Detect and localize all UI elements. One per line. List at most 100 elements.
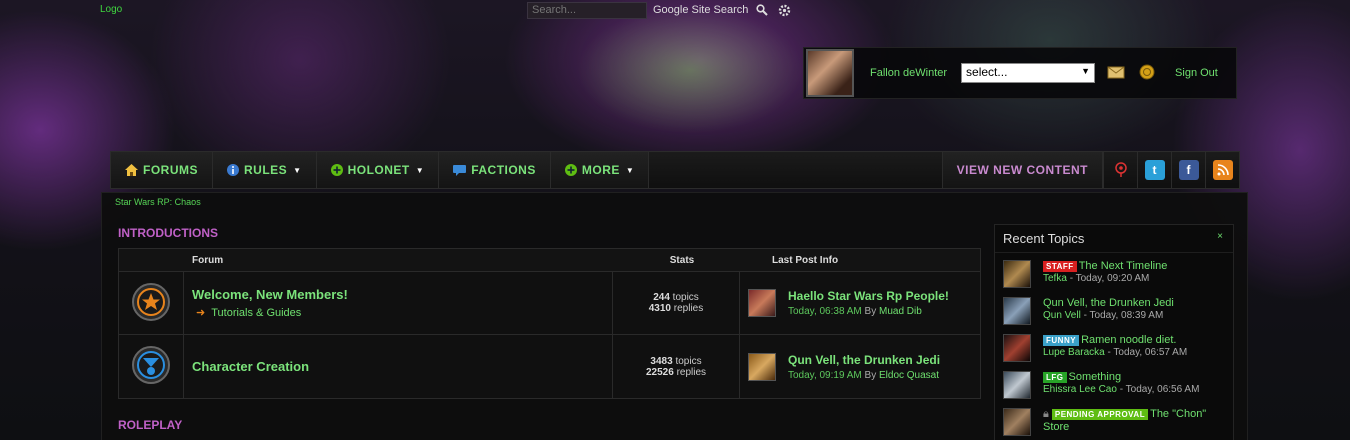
chevron-down-icon: ▼ — [293, 165, 302, 175]
nav-holonet-label: HOLONET — [347, 163, 410, 177]
topic-title[interactable]: STAFF The Next Timeline — [1043, 260, 1167, 272]
status-badge: PENDING APPROVAL — [1051, 409, 1149, 420]
search-scope-label[interactable]: Google Site Search — [653, 4, 748, 16]
username-link[interactable]: Fallon deWinter — [870, 67, 947, 79]
plus-icon — [564, 164, 577, 176]
last-post: Haello Star Wars Rp People! Today, 06:38… — [740, 289, 949, 317]
rss-icon[interactable] — [1205, 152, 1239, 188]
forum-title[interactable]: Welcome, New Members! — [192, 287, 612, 302]
category-title[interactable]: ROLEPLAY — [118, 418, 182, 432]
select-value: select... — [966, 65, 1008, 79]
subforum-label: Tutorials & Guides — [211, 307, 302, 319]
subforum-link[interactable]: ➜ Tutorials & Guides — [192, 306, 612, 319]
avatar[interactable] — [1003, 297, 1031, 325]
recent-topics-title: Recent Topics — [1003, 231, 1085, 246]
search-input[interactable] — [527, 1, 647, 19]
close-icon[interactable]: × — [1217, 231, 1223, 242]
topic-time: - Today, 09:20 AM — [1069, 273, 1150, 284]
column-forum: Forum — [192, 254, 224, 266]
avatar[interactable] — [748, 289, 776, 317]
info-icon — [227, 164, 239, 176]
nav-more[interactable]: MORE ▼ — [550, 152, 650, 188]
view-new-content-label: VIEW NEW CONTENT — [956, 163, 1088, 177]
forum-table: Forum Stats Last Post Info Welcome, New … — [118, 248, 981, 399]
topics-label: topics — [675, 355, 702, 367]
avatar[interactable] — [748, 352, 776, 381]
column-stats: Stats — [669, 254, 695, 266]
topic-title-text-line2: Store — [1043, 421, 1070, 433]
home-icon — [125, 164, 138, 176]
table-row: Character Creation 3483 topics 22526 rep… — [119, 335, 980, 398]
main-nav: FORUMS RULES ▼ HOLONET ▼ FACTIONS MORE ▼… — [110, 151, 1240, 189]
orange-emblem-icon — [131, 282, 171, 325]
twitter-icon[interactable]: t — [1137, 152, 1171, 188]
coin-icon[interactable] — [1139, 64, 1155, 83]
map-pin-icon[interactable] — [1103, 152, 1137, 188]
chat-icon — [453, 164, 467, 176]
nav-more-label: MORE — [581, 163, 620, 177]
nav-factions[interactable]: FACTIONS — [439, 152, 551, 188]
nav-forums[interactable]: FORUMS — [111, 152, 213, 188]
topic-user[interactable]: Lupe Baracka — [1043, 347, 1105, 358]
avatar[interactable] — [1003, 334, 1031, 362]
plus-icon — [330, 164, 343, 176]
topic-user[interactable]: Ehissra Lee Cao — [1043, 384, 1117, 395]
topic-title[interactable]: 🔒︎ PENDING APPROVAL The "Chon" Store — [1043, 408, 1206, 433]
logo[interactable]: Logo — [100, 4, 122, 15]
replies-count: 4310 — [648, 303, 671, 314]
avatar[interactable] — [1003, 260, 1031, 288]
view-new-content-button[interactable]: VIEW NEW CONTENT — [941, 152, 1103, 188]
topic-title-text: Something — [1068, 371, 1122, 383]
topics-count: 244 — [653, 292, 670, 303]
topic-user[interactable]: Tefka — [1043, 273, 1067, 284]
last-post-time[interactable]: Today, 09:19 AM — [788, 370, 862, 381]
avatar[interactable] — [1003, 408, 1031, 436]
last-post: Qun Vell, the Drunken Jedi Today, 09:19 … — [740, 352, 940, 381]
user-panel: Fallon deWinter select... ▼ Sign Out — [803, 47, 1237, 99]
forum-icon-cell — [119, 272, 184, 334]
by-label: By — [864, 306, 877, 317]
table-row: Welcome, New Members! ➜ Tutorials & Guide… — [119, 272, 980, 335]
avatar[interactable] — [1003, 371, 1031, 399]
last-post-user[interactable]: Eldoc Quasat — [879, 370, 939, 381]
chevron-down-icon: ▼ — [625, 165, 635, 175]
nav-rules[interactable]: RULES ▼ — [213, 152, 317, 188]
topic-title[interactable]: FUNNY Ramen noodle diet. — [1043, 334, 1187, 346]
category-title[interactable]: INTRODUCTIONS — [118, 226, 218, 240]
list-item: STAFF The Next Timeline Tefka - Today, 09… — [995, 253, 1233, 290]
gear-icon[interactable] — [776, 2, 792, 18]
recent-topics-panel: Recent Topics × STAFF The Next Timeline T… — [994, 224, 1234, 440]
last-post-time[interactable]: Today, 06:38 AM — [788, 306, 862, 317]
by-label: By — [864, 369, 877, 381]
last-post-title[interactable]: Haello Star Wars Rp People! — [788, 289, 949, 303]
avatar[interactable] — [806, 49, 854, 97]
forum-title[interactable]: Character Creation — [192, 359, 612, 374]
sign-out-link[interactable]: Sign Out — [1175, 67, 1218, 79]
replies-label: replies — [676, 366, 707, 378]
topic-title[interactable]: LFG Something — [1043, 371, 1199, 383]
quick-nav-select[interactable]: select... ▼ — [961, 63, 1096, 83]
topic-time: - Today, 06:57 AM — [1107, 347, 1188, 358]
replies-count: 22526 — [645, 366, 674, 378]
topic-user[interactable]: Qun Vell — [1043, 310, 1081, 321]
topics-count: 3483 — [650, 355, 673, 367]
list-item: 🔒︎ PENDING APPROVAL The "Chon" Store — [995, 401, 1233, 438]
nav-rules-label: RULES — [244, 163, 288, 177]
nav-holonet[interactable]: HOLONET ▼ — [316, 152, 440, 188]
facebook-icon[interactable]: f — [1171, 152, 1205, 188]
last-post-user[interactable]: Muad Dib — [879, 306, 922, 317]
breadcrumb[interactable]: Star Wars RP: Chaos — [115, 197, 201, 207]
forum-stats: 3483 topics 22526 replies — [612, 335, 740, 398]
list-item: LFG Something Ehissra Lee Cao - Today, 06… — [995, 364, 1233, 401]
blue-emblem-icon — [131, 345, 171, 388]
envelope-icon[interactable] — [1107, 65, 1125, 82]
status-badge: FUNNY — [1043, 335, 1080, 346]
chevron-down-icon: ▼ — [415, 165, 425, 175]
topic-title[interactable]: Qun Vell, the Drunken Jedi — [1043, 297, 1174, 309]
replies-label: replies — [673, 303, 704, 314]
forum-icon-cell — [119, 335, 184, 398]
topics-label: topics — [672, 292, 699, 303]
last-post-title[interactable]: Qun Vell, the Drunken Jedi — [788, 353, 940, 367]
search-icon[interactable] — [754, 2, 770, 18]
